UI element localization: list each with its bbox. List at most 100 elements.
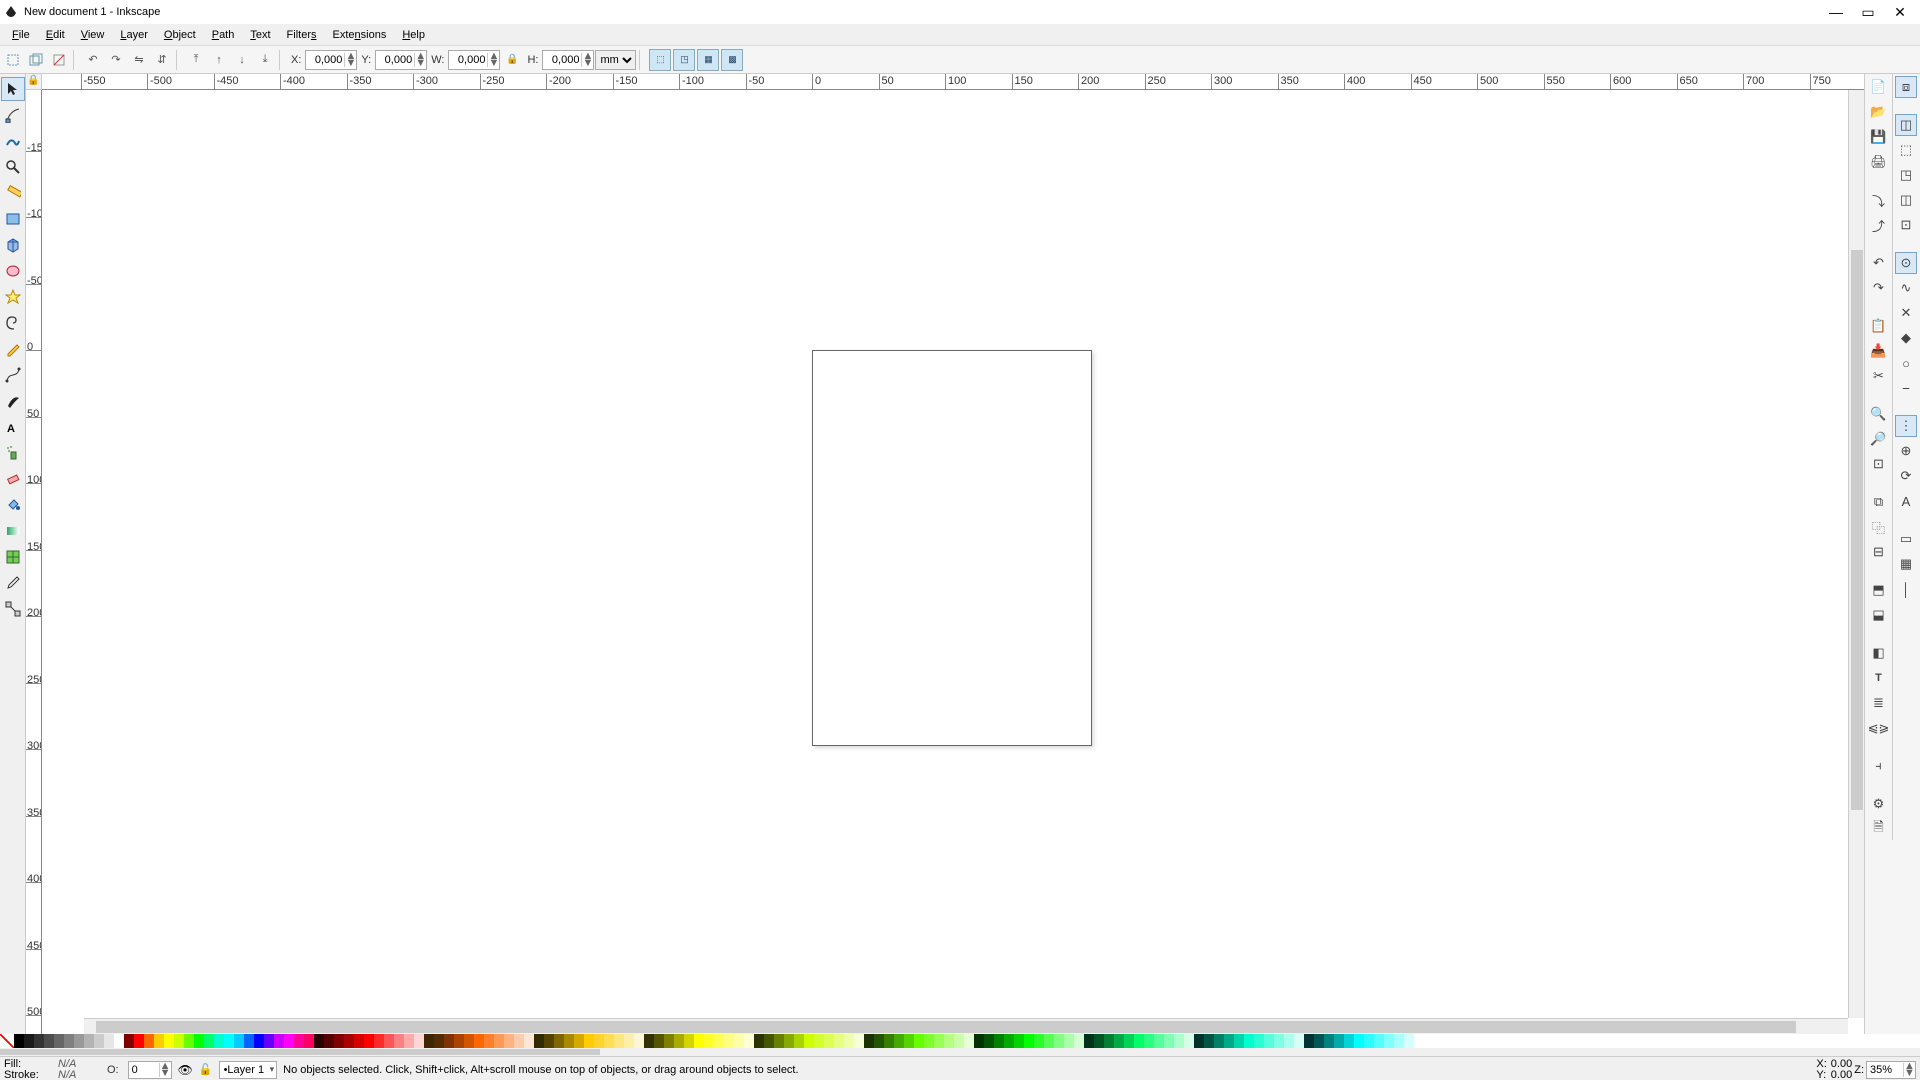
color-swatch[interactable] [934,1034,944,1048]
color-swatch[interactable] [464,1034,474,1048]
snap-bbox-center-button[interactable]: ⊡ [1895,214,1917,236]
snap-bbox-edge-button[interactable]: ⬚ [1895,139,1917,161]
color-swatch[interactable] [1244,1034,1254,1048]
color-swatch[interactable] [894,1034,904,1048]
color-swatch[interactable] [1054,1034,1064,1048]
color-swatch[interactable] [544,1034,554,1048]
snap-bbox-midpoint-button[interactable]: ◫ [1895,189,1917,211]
color-swatch[interactable] [814,1034,824,1048]
spiral-tool[interactable] [1,311,25,335]
color-swatch[interactable] [794,1034,804,1048]
snap-nodes-button[interactable]: ⊙ [1895,252,1917,274]
3dbox-tool[interactable] [1,233,25,257]
snap-grid-button[interactable]: ▦ [1895,553,1917,575]
paintbucket-tool[interactable] [1,493,25,517]
cut-button[interactable]: ✂ [1868,365,1890,387]
color-swatch[interactable] [1174,1034,1184,1048]
duplicate-button[interactable]: ⧉ [1868,491,1890,513]
color-swatch[interactable] [914,1034,924,1048]
star-tool[interactable] [1,285,25,309]
zoom-fit-button[interactable]: 🔍 [1868,403,1890,425]
bezier-tool[interactable] [1,363,25,387]
unlink-clone-button[interactable]: ⊟ [1868,541,1890,563]
color-swatch[interactable] [924,1034,934,1048]
color-swatch[interactable] [304,1034,314,1048]
color-swatch[interactable] [444,1034,454,1048]
w-input[interactable]: ▲▼ [448,50,500,70]
gradient-tool[interactable] [1,519,25,543]
raise-button[interactable]: ↑ [208,49,230,71]
vertical-scrollbar[interactable] [1848,90,1864,1018]
fill-value[interactable]: N/A [58,1059,98,1070]
redo-button[interactable]: ↷ [1868,277,1890,299]
layer-visibility-icon[interactable]: 👁 [178,1063,193,1077]
color-swatch[interactable] [744,1034,754,1048]
dropper-tool[interactable] [1,571,25,595]
guide-lock-corner[interactable]: 🔒 [26,74,42,90]
select-all-layers-button[interactable] [25,49,47,71]
color-swatch[interactable] [1274,1034,1284,1048]
color-swatch[interactable] [1154,1034,1164,1048]
color-swatch[interactable] [834,1034,844,1048]
color-swatch[interactable] [634,1034,644,1048]
color-swatch[interactable] [254,1034,264,1048]
menu-file[interactable]: File [4,27,38,43]
group-button[interactable]: ⬒ [1868,579,1890,601]
color-swatch[interactable] [644,1034,654,1048]
color-swatch[interactable] [1084,1034,1094,1048]
mesh-tool[interactable] [1,545,25,569]
color-swatch[interactable] [1114,1034,1124,1048]
menu-layer[interactable]: Layer [112,27,156,43]
color-swatch[interactable] [1004,1034,1014,1048]
color-swatch[interactable] [414,1034,424,1048]
x-input[interactable]: ▲▼ [305,50,357,70]
color-swatch[interactable] [1264,1034,1274,1048]
color-swatch[interactable] [1134,1034,1144,1048]
color-swatch[interactable] [854,1034,864,1048]
align-dialog-button[interactable]: ⫞ [1868,755,1890,777]
color-swatch[interactable] [654,1034,664,1048]
close-button[interactable]: ✕ [1884,1,1916,23]
color-swatch[interactable] [114,1034,124,1048]
calligraphy-tool[interactable] [1,389,25,413]
color-swatch[interactable] [984,1034,994,1048]
color-swatch[interactable] [534,1034,544,1048]
color-swatch[interactable] [754,1034,764,1048]
color-swatch[interactable] [184,1034,194,1048]
unit-select[interactable]: mm [595,50,636,70]
horizontal-scrollbar[interactable] [84,1018,1848,1034]
selector-tool[interactable] [1,77,25,101]
color-swatch[interactable] [394,1034,404,1048]
color-swatch[interactable] [1304,1034,1314,1048]
rectangle-tool[interactable] [1,207,25,231]
snap-line-midpoint-button[interactable]: ⎯ [1895,377,1917,399]
color-swatch[interactable] [574,1034,584,1048]
color-swatch[interactable] [1314,1034,1324,1048]
color-swatch[interactable] [144,1034,154,1048]
color-swatch[interactable] [264,1034,274,1048]
canvas[interactable] [42,90,1848,1018]
measure-tool[interactable] [1,181,25,205]
color-swatch[interactable] [964,1034,974,1048]
color-swatch[interactable] [344,1034,354,1048]
affect-gradient-button[interactable]: ▦ [697,49,719,71]
color-swatch[interactable] [474,1034,484,1048]
opacity-input[interactable]: ▲▼ [128,1061,172,1079]
color-swatch[interactable] [1094,1034,1104,1048]
color-swatch[interactable] [1354,1034,1364,1048]
color-swatch[interactable] [1324,1034,1334,1048]
color-swatch[interactable] [874,1034,884,1048]
color-swatch[interactable] [214,1034,224,1048]
color-palette[interactable] [0,1034,1920,1048]
color-swatch[interactable] [494,1034,504,1048]
menu-text[interactable]: Text [242,27,278,43]
color-swatch[interactable] [1254,1034,1264,1048]
color-swatch[interactable] [764,1034,774,1048]
save-document-button[interactable]: 💾 [1868,126,1890,148]
horizontal-ruler[interactable]: -550-500-450-400-350-300-250-200-150-100… [42,74,1864,90]
color-swatch[interactable] [334,1034,344,1048]
color-swatch[interactable] [1204,1034,1214,1048]
spray-tool[interactable] [1,441,25,465]
raise-to-top-button[interactable]: ⤒ [185,49,207,71]
color-swatch[interactable] [104,1034,114,1048]
